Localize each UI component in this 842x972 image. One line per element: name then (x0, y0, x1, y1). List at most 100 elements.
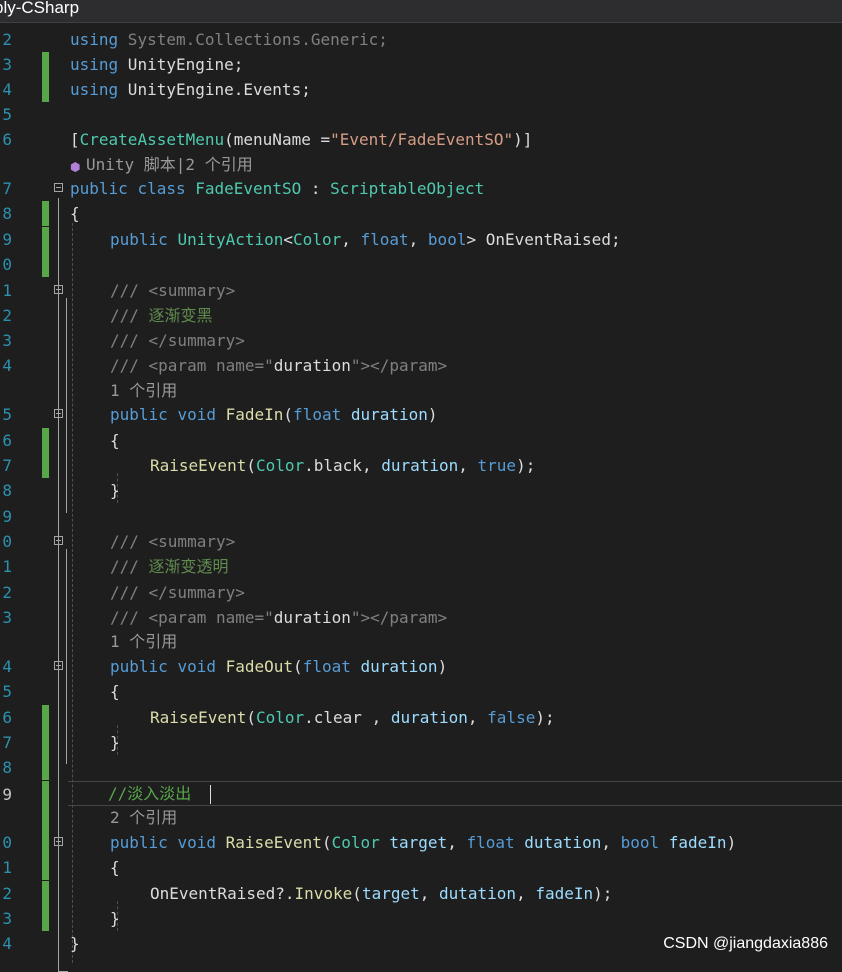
unity-cube-icon: ⬢ (70, 160, 81, 174)
code-line[interactable]: 3 /// <param name="duration"></param> (0, 605, 842, 630)
codelens-row[interactable]: ⬢ Unity 脚本|2 个引用 (0, 152, 842, 177)
collapse-icon[interactable] (54, 285, 63, 294)
collapse-icon[interactable] (54, 661, 63, 670)
code-line[interactable]: 2 /// 逐渐变黑 (0, 303, 842, 328)
change-marker (42, 428, 49, 453)
line-number: 3 (2, 608, 12, 627)
document-tab-title[interactable]: bly-CSharp (0, 0, 79, 18)
code-text: public UnityAction<Color, float, bool> O… (110, 230, 621, 249)
line-number: 7 (2, 456, 12, 475)
collapse-icon[interactable] (54, 837, 63, 846)
code-text: using UnityEngine; (70, 55, 244, 74)
code-line[interactable]: 2 OnEventRaised?.Invoke(target, dutation… (0, 881, 842, 906)
code-line[interactable]: 4 /// <param name="duration"></param> (0, 353, 842, 378)
code-line[interactable]: 8 (0, 755, 842, 780)
line-number: 6 (2, 431, 12, 450)
code-text: /// <summary> (110, 532, 236, 551)
code-line[interactable]: 6 [CreateAssetMenu(menuName ="Event/Fade… (0, 127, 842, 152)
code-line[interactable]: 3 /// </summary> (0, 328, 842, 353)
codelens-text[interactable]: 1 个引用 (110, 378, 177, 403)
code-text: { (110, 431, 120, 450)
codelens-text[interactable]: 1 个引用 (110, 629, 177, 654)
code-line[interactable]: 8 { (0, 201, 842, 226)
line-number: 4 (2, 80, 12, 99)
code-line[interactable]: 5 public void FadeIn(float duration) (0, 402, 842, 427)
code-text: using System.Collections.Generic; (70, 30, 388, 49)
line-number: 5 (2, 405, 12, 424)
line-number: 4 (2, 356, 12, 375)
change-marker (42, 781, 49, 806)
line-number: 9 (2, 507, 12, 526)
line-number: 9 (2, 230, 12, 249)
code-line[interactable]: 0 (0, 252, 842, 277)
code-text: /// <param name="duration"></param> (110, 608, 448, 627)
current-code-line[interactable]: 9 //淡入淡出 (2, 781, 842, 806)
line-number: 7 (2, 733, 12, 752)
line-number: 3 (2, 909, 12, 928)
code-line[interactable]: 8 } (0, 478, 842, 503)
code-line[interactable]: 4 public void FadeOut(float duration) (0, 654, 842, 679)
code-line[interactable]: 6 { (0, 428, 842, 453)
code-text: RaiseEvent(Color.clear , duration, false… (150, 708, 555, 727)
code-line[interactable]: 7 } (0, 730, 842, 755)
codelens-row[interactable]: 2 个引用 (0, 805, 842, 830)
line-number: 0 (2, 833, 12, 852)
change-marker (42, 755, 49, 780)
code-line[interactable]: 3 } (0, 906, 842, 931)
code-line[interactable]: 3 using UnityEngine; (0, 52, 842, 77)
code-text: public void FadeOut(float duration) (110, 657, 448, 676)
code-line[interactable]: 5 { (0, 679, 842, 704)
change-marker (42, 730, 49, 755)
codelens-text[interactable]: ⬢ Unity 脚本|2 个引用 (70, 152, 253, 177)
change-marker (42, 52, 49, 77)
code-editor[interactable]: 2 using System.Collections.Generic; 3 us… (0, 27, 842, 972)
line-number: 3 (2, 331, 12, 350)
collapse-icon[interactable] (54, 536, 63, 545)
code-text: } (110, 909, 120, 928)
code-line[interactable]: 1 /// 逐渐变透明 (0, 554, 842, 579)
code-text: using UnityEngine.Events; (70, 80, 311, 99)
line-number: 0 (2, 255, 12, 274)
line-number: 9 (2, 785, 12, 804)
code-line[interactable]: 1 { (0, 855, 842, 880)
watermark: CSDN @jiangdaxia886 (663, 935, 828, 952)
change-marker (42, 881, 49, 906)
code-text: /// <param name="duration"></param> (110, 356, 448, 375)
change-marker (42, 201, 49, 226)
code-text: } (110, 733, 120, 752)
change-marker (42, 252, 49, 277)
change-marker (42, 705, 49, 730)
change-marker (42, 77, 49, 102)
codelens-row[interactable]: 1 个引用 (0, 378, 842, 403)
code-line[interactable]: 4 using UnityEngine.Events; (0, 77, 842, 102)
line-number: 4 (2, 934, 12, 953)
collapse-icon[interactable] (54, 409, 63, 418)
code-text: OnEventRaised?.Invoke(target, dutation, … (150, 884, 613, 903)
collapse-icon[interactable] (54, 183, 63, 192)
code-line[interactable]: 7 public class FadeEventSO : ScriptableO… (0, 176, 842, 201)
code-text: { (110, 682, 120, 701)
code-line[interactable]: 1 /// <summary> (0, 278, 842, 303)
change-marker (42, 453, 49, 478)
line-number: 2 (2, 30, 12, 49)
line-number: 4 (2, 657, 12, 676)
codelens-text[interactable]: 2 个引用 (110, 805, 177, 830)
code-line[interactable]: 0 public void RaiseEvent(Color target, f… (0, 830, 842, 855)
code-line[interactable]: 2 using System.Collections.Generic; (0, 27, 842, 52)
line-number: 2 (2, 583, 12, 602)
code-line[interactable]: 6 RaiseEvent(Color.clear , duration, fal… (0, 705, 842, 730)
code-line[interactable]: 2 /// </summary> (0, 580, 842, 605)
code-line[interactable]: 9 (0, 504, 842, 529)
code-line[interactable]: 7 RaiseEvent(Color.black, duration, true… (0, 453, 842, 478)
document-tab-bar: bly-CSharp (0, 0, 842, 23)
line-number: 5 (2, 682, 12, 701)
line-number: 1 (2, 557, 12, 576)
code-text: { (110, 858, 120, 877)
code-text: /// </summary> (110, 331, 245, 350)
code-text: /// <summary> (110, 281, 236, 300)
code-line[interactable]: 9 public UnityAction<Color, float, bool>… (0, 227, 842, 252)
codelens-row[interactable]: 1 个引用 (0, 629, 842, 654)
code-line[interactable]: 5 (0, 102, 842, 127)
change-marker (42, 227, 49, 252)
code-line[interactable]: 0 /// <summary> (0, 529, 842, 554)
